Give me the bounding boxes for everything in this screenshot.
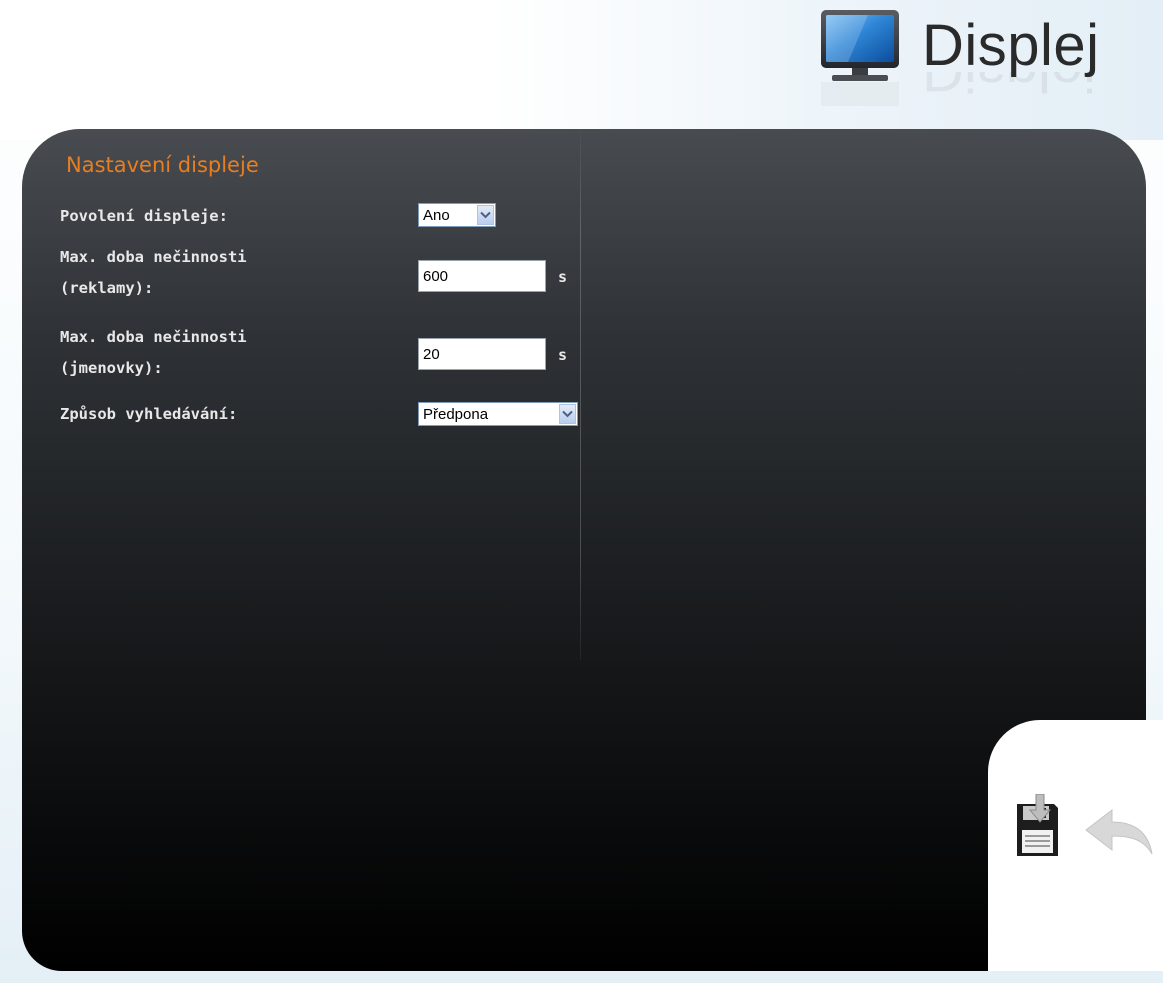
panel-divider	[580, 133, 581, 660]
floppy-save-icon[interactable]	[1014, 794, 1060, 858]
idle-ads-input[interactable]	[418, 260, 546, 292]
display-enabled-value: Ano	[423, 207, 450, 224]
idle-names-label-line1: Max. doba nečinnosti	[60, 328, 247, 346]
section-title: Nastavení displeje	[66, 153, 259, 177]
chevron-down-icon[interactable]	[559, 404, 576, 424]
search-mode-label: Způsob vyhledávání:	[60, 405, 238, 423]
settings-panel: Nastavení displeje Povolení displeje: An…	[22, 129, 1146, 971]
idle-ads-label-line1: Max. doba nečinnosti	[60, 248, 247, 266]
search-mode-select[interactable]: Předpona	[418, 402, 578, 426]
idle-names-label-line2: (jmenovky):	[60, 359, 163, 377]
idle-ads-unit: s	[558, 268, 568, 286]
idle-names-input[interactable]	[418, 338, 546, 370]
chevron-down-icon[interactable]	[477, 205, 494, 225]
monitor-icon	[821, 10, 899, 106]
page-title-reflection: Displej	[922, 72, 1096, 108]
back-arrow-icon[interactable]	[1084, 808, 1154, 856]
idle-ads-label-line2: (reklamy):	[60, 279, 154, 297]
display-enabled-label: Povolení displeje:	[60, 207, 228, 225]
idle-names-unit: s	[558, 346, 568, 364]
search-mode-value: Předpona	[423, 406, 489, 423]
display-enabled-select[interactable]: Ano	[418, 203, 496, 227]
